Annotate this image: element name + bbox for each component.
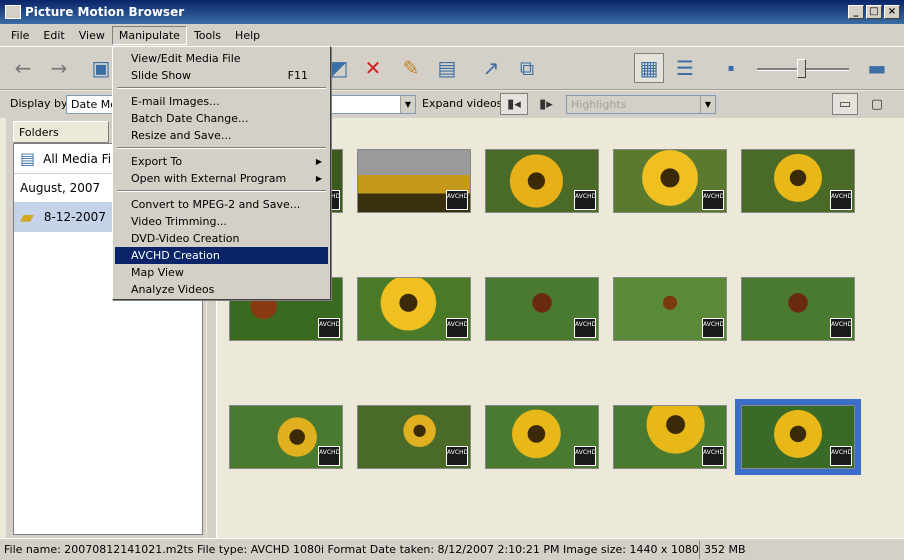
menu-help[interactable]: Help [228,26,267,45]
menu-item-email[interactable]: E-mail Images... [115,93,328,110]
menu-item-view-edit[interactable]: View/Edit Media File [115,50,328,67]
avchd-badge-icon: AVCHD [446,446,468,466]
avchd-badge-icon: AVCHD [574,446,596,466]
menu-item-avchd-creation[interactable]: AVCHD Creation [115,247,328,264]
delete-icon[interactable]: ✕ [358,53,388,83]
menu-item-open-external[interactable]: Open with External Program ▶ [115,170,328,187]
avchd-badge-icon: AVCHD [830,318,852,338]
menu-bar: File Edit View Manipulate Tools Help [0,24,904,46]
back-arrow-icon[interactable]: ← [8,53,38,83]
display-by-label: Display by: [10,97,71,110]
video-thumbnail[interactable]: AVCHD [357,277,471,341]
video-thumbnail[interactable]: AVCHD [357,405,471,469]
avchd-badge-icon: AVCHD [830,190,852,210]
menu-separator [117,147,326,149]
video-thumbnail[interactable]: AVCHD [741,149,855,213]
display-by-select[interactable]: Date Mo [66,95,116,114]
tab-folders[interactable]: Folders [13,121,109,143]
filter-select[interactable]: ▼ [326,95,416,114]
video-thumbnail[interactable]: AVCHD [229,405,343,469]
maximize-button[interactable]: □ [866,5,882,19]
thumbnail-view-icon[interactable]: ▦ [634,53,664,83]
manipulate-menu: View/Edit Media File Slide Show F11 E-mai… [112,46,331,300]
avchd-badge-icon: AVCHD [318,318,340,338]
menu-file[interactable]: File [4,26,36,45]
menu-view[interactable]: View [72,26,112,45]
chevron-down-icon: ▼ [700,96,715,113]
video-thumbnail[interactable]: AVCHD [357,149,471,213]
status-bar: File name: 20070812141021.m2ts File type… [0,538,904,560]
menu-item-dvd-creation[interactable]: DVD-Video Creation [115,230,328,247]
title-bar: Picture Motion Browser _ □ × [0,0,904,24]
media-folder-icon: ▤ [20,149,36,168]
video-thumbnail[interactable]: AVCHD [485,149,599,213]
avchd-badge-icon: AVCHD [446,318,468,338]
submenu-arrow-icon: ▶ [315,174,322,183]
avchd-badge-icon: AVCHD [574,318,596,338]
menu-separator [117,190,326,192]
close-button[interactable]: × [884,5,900,19]
expand-collapse-icon[interactable]: ▮◂ [500,93,528,115]
menu-manipulate[interactable]: Manipulate [111,25,187,45]
video-thumbnail[interactable]: AVCHD [485,277,599,341]
avchd-badge-icon: AVCHD [446,190,468,210]
disk-size-text: 352 MB [704,542,746,556]
disc-icon[interactable]: ⧉ [512,53,542,83]
zoom-slider-thumb[interactable] [797,59,806,78]
menu-separator [117,87,326,89]
app-icon [5,5,21,19]
avchd-badge-icon: AVCHD [318,446,340,466]
video-thumbnail[interactable]: AVCHD [613,149,727,213]
small-image-icon[interactable]: ▪ [716,53,746,83]
file-info-text: File name: 20070812141021.m2ts File type… [0,540,700,559]
menu-item-resize[interactable]: Resize and Save... [115,127,328,144]
menu-item-slide-show[interactable]: Slide Show F11 [115,67,328,84]
video-thumbnail[interactable]: AVCHD [735,399,861,475]
edit-tools-icon[interactable]: ✎ [396,53,426,83]
forward-arrow-icon[interactable]: → [44,53,74,83]
menu-item-convert-mpeg2[interactable]: Convert to MPEG-2 and Save... [115,196,328,213]
video-thumbnail[interactable]: AVCHD [741,277,855,341]
menu-edit[interactable]: Edit [36,26,71,45]
avchd-badge-icon: AVCHD [702,318,724,338]
menu-item-analyze-videos[interactable]: Analyze Videos [115,281,328,298]
video-thumbnail[interactable]: AVCHD [613,405,727,469]
expand-videos-label: Expand videos: [422,97,507,110]
export-icon[interactable]: ↗ [476,53,506,83]
menu-tools[interactable]: Tools [187,26,228,45]
list-view-icon[interactable]: ☰ [670,53,700,83]
submenu-arrow-icon: ▶ [315,157,322,166]
video-thumbnail[interactable]: AVCHD [613,277,727,341]
video-thumbnail[interactable]: AVCHD [485,405,599,469]
highlights-select[interactable]: Highlights ▼ [566,95,716,114]
avchd-badge-icon: AVCHD [702,190,724,210]
avchd-badge-icon: AVCHD [702,446,724,466]
large-image-icon[interactable]: ▬ [862,53,892,83]
menu-item-export-to[interactable]: Export To ▶ [115,153,328,170]
avchd-badge-icon: AVCHD [574,190,596,210]
filmstrip-icon[interactable]: ▭ [832,93,858,115]
minimize-button[interactable]: _ [848,5,864,19]
slideshow-icon[interactable]: ▤ [432,53,462,83]
expand-open-icon[interactable]: ▮▸ [532,93,560,115]
folder-icon: ▰ [20,206,34,228]
window-title: Picture Motion Browser [25,5,185,19]
chevron-down-icon: ▼ [400,96,415,113]
date-folder-label: 8-12-2007 [43,210,106,224]
avchd-badge-icon: AVCHD [830,446,852,466]
frame-icon[interactable]: ▢ [864,93,890,115]
menu-item-batch-date[interactable]: Batch Date Change... [115,110,328,127]
menu-item-map-view[interactable]: Map View [115,264,328,281]
menu-item-video-trimming[interactable]: Video Trimming... [115,213,328,230]
